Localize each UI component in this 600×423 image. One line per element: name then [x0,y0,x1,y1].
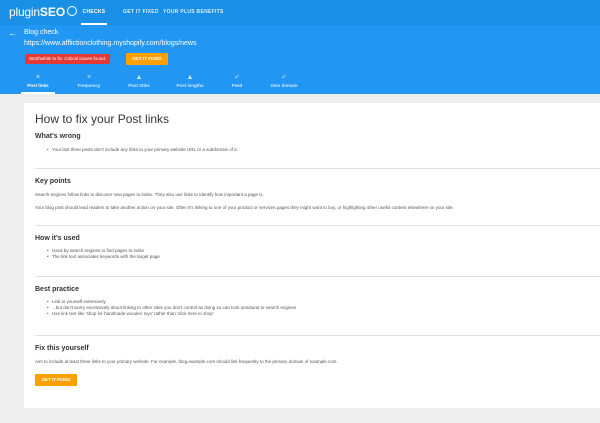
divider [35,276,600,277]
get-it-fixed-button[interactable]: GET IT FIXED [126,53,168,65]
logo-circle-icon [67,5,78,16]
tab-post-links[interactable]: × Post links [21,73,55,94]
check-icon: ✓ [281,74,287,81]
tab-feed[interactable]: ✓ Feed [220,73,254,94]
cross-icon: × [35,74,41,81]
warning-icon: ▲ [186,74,194,81]
section-fix-yourself: Fix this yourself Aim to include at leas… [35,345,600,365]
section-how-used: How it's used Used by search engines to … [35,235,600,260]
tab-post-lengths[interactable]: ▲ Post lengths [173,73,207,94]
page-title: Blog check [24,29,59,36]
paragraph: Search engines follow links to discover … [35,192,264,197]
nav-checks-label: CHECKS [82,9,106,15]
nav-plus-benefits[interactable]: YOUR PLUS BENEFITS [163,0,224,25]
tab-label: Post titles [128,83,150,88]
tab-active-indicator [21,92,55,94]
check-header: ← Blog check https://www.afflictioncloth… [0,25,600,94]
list-item: The link text associates keywords with t… [47,254,600,260]
logo-text-seo: SEO [39,5,66,19]
divider [35,225,600,226]
page-url: https://www.afflictionclothing.myshopify… [24,40,197,47]
section-best-practice: Best practice Link to yourself extensive… [35,286,600,317]
back-arrow-icon[interactable]: ← [8,29,17,38]
tab-own-domain[interactable]: ✓ Own domain [267,73,301,94]
tab-label: Own domain [270,83,298,88]
nav-plus-benefits-label: YOUR PLUS BENEFITS [163,9,224,15]
tab-label: Frequency [77,83,101,88]
list-item: Use link text like 'shop for handmade wo… [47,311,600,317]
tab-post-titles[interactable]: ▲ Post titles [122,73,156,94]
issue-list: Your last three posts don't include any … [35,147,600,153]
logo-text-plugin: plugin [9,5,40,19]
check-icon: ✓ [234,74,240,81]
section-whats-wrong: What's wrong Your last three posts don't… [35,133,600,153]
tab-label: Feed [231,83,243,88]
list-item: Your last three posts don't include any … [47,147,600,153]
tab-label: Post links [27,83,49,88]
paragraph: Your blog post should lead readers to ta… [35,205,454,210]
guide-title: How to fix your Post links [35,112,170,126]
section-heading: Key points [35,178,71,185]
nav-get-it-fixed[interactable]: GET IT FIXED [123,0,159,25]
divider [35,335,600,336]
get-it-fixed-button-bottom[interactable]: GET IT FIXED [35,374,77,386]
critical-status-badge: Worthwhile to fix: Critical issues found… [25,54,110,64]
divider [35,168,600,169]
tab-label: Post lengths [176,83,204,88]
pluginseo-logo[interactable]: plugin SEO [9,4,78,21]
section-key-points: Key points Search engines follow links t… [35,178,600,211]
tab-frequency[interactable]: × Frequency [72,73,106,94]
section-heading: Best practice [35,286,79,293]
nav-checks[interactable]: CHECKS [81,0,107,25]
fix-guide-card: How to fix your Post links What's wrong … [24,103,600,408]
warning-icon: ▲ [135,74,143,81]
section-heading: What's wrong [35,133,81,140]
section-heading: How it's used [35,235,80,242]
best-practice-list: Link to yourself extensively ...but don'… [35,299,600,317]
section-heading: Fix this yourself [35,345,89,352]
cross-icon: × [86,74,92,81]
paragraph: Aim to include at least three links to y… [35,359,338,364]
top-navbar: plugin SEO CHECKS GET IT FIXED YOUR PLUS… [0,0,600,25]
nav-get-it-fixed-label: GET IT FIXED [123,9,159,15]
usage-list: Used by search engines to find pages to … [35,248,600,260]
